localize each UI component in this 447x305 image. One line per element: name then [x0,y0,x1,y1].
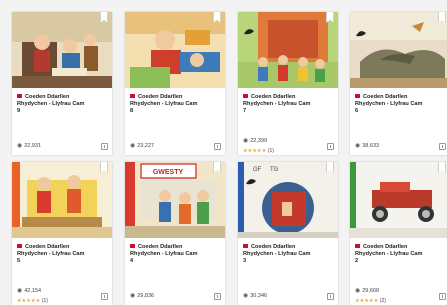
eye-icon: ◉ [130,293,136,299]
book-icon[interactable] [214,293,221,300]
cover-illustration [125,12,225,88]
eye-icon: ◉ [130,143,136,149]
view-count: ◉ 38,633 [355,143,380,149]
book-title[interactable]: Coeden Ddarllen Rhydychen - Llyfrau Cam … [355,94,447,116]
eye-icon: ◉ [243,293,249,299]
book-title[interactable]: Coeden Ddarllen Rhydychen - Llyfrau Cam … [243,244,335,266]
star-icon: ★★★★★ [355,298,379,304]
rating: ★★★★★ (1) [243,148,274,154]
cover-text: TG [270,167,279,173]
book-card[interactable]: GWESTY Coeden Ddarllen Rhydychen - Llyfr… [125,162,225,305]
flag-icon [355,94,360,98]
star-icon: ★★★★★ [243,148,267,154]
book-card[interactable]: Coeden Ddarllen Rhydychen - Llyfrau Cam … [350,162,447,305]
cover-illustration [350,12,447,88]
book-cover[interactable] [350,162,447,238]
view-count: ◉ 42,154 [17,288,42,294]
cover-text: GWESTY [153,169,184,176]
flag-icon [355,244,360,248]
flag-icon [17,94,22,98]
view-count: ◉ 22,399 [243,138,268,144]
eye-icon: ◉ [243,138,249,144]
cover-illustration [12,162,112,238]
cover-illustration [12,12,112,88]
cover-text: GF [253,167,262,173]
book-cover[interactable] [238,12,338,88]
book-title[interactable]: Coeden Ddarllen Rhydychen - Llyfrau Cam … [243,94,335,116]
book-card[interactable]: Coeden Ddarllen Rhydychen - Llyfrau Cam … [125,12,225,155]
book-title[interactable]: Coeden Ddarllen Rhydychen - Llyfrau Cam … [130,94,222,116]
flag-icon [130,94,135,98]
view-count: ◉ 23,227 [130,143,155,149]
book-card[interactable]: GF TG Coeden Ddarllen Rhydychen - Llyfra… [238,162,338,305]
flag-icon [130,244,135,248]
book-cover[interactable] [12,162,112,238]
book-icon[interactable] [101,293,108,300]
book-cover[interactable]: GWESTY [125,162,225,238]
star-icon: ★★★★★ [17,298,41,304]
book-icon[interactable] [439,293,446,300]
eye-icon: ◉ [17,288,23,294]
eye-icon: ◉ [17,143,23,149]
view-count: ◉ 29,668 [355,288,380,294]
book-icon[interactable] [214,143,221,150]
book-cover[interactable]: GF TG [238,162,338,238]
book-icon[interactable] [439,143,446,150]
view-count: ◉ 22,931 [17,143,42,149]
cover-illustration [238,12,338,88]
view-count: ◉ 29,836 [130,293,155,299]
book-title[interactable]: Coeden Ddarllen Rhydychen - Llyfrau Cam … [130,244,222,266]
flag-icon [243,244,248,248]
book-icon[interactable] [101,143,108,150]
book-card[interactable]: Coeden Ddarllen Rhydychen - Llyfrau Cam … [238,12,338,155]
book-cover[interactable] [350,12,447,88]
book-title[interactable]: Coeden Ddarllen Rhydychen - Llyfrau Cam … [17,244,109,266]
rating: ★★★★★ (1) [17,298,48,304]
cover-illustration: GF TG [238,162,338,238]
book-grid: Coeden Ddarllen Rhydychen - Llyfrau Cam … [0,0,447,305]
flag-icon [17,244,22,248]
book-card[interactable]: Coeden Ddarllen Rhydychen - Llyfrau Cam … [350,12,447,155]
eye-icon: ◉ [355,288,361,294]
book-card[interactable]: Coeden Ddarllen Rhydychen - Llyfrau Cam … [12,162,112,305]
eye-icon: ◉ [355,143,361,149]
book-title[interactable]: Coeden Ddarllen Rhydychen - Llyfrau Cam … [17,94,109,116]
cover-illustration [350,162,447,238]
view-count: ◉ 30,346 [243,293,268,299]
book-cover[interactable] [125,12,225,88]
cover-illustration: GWESTY [125,162,225,238]
book-icon[interactable] [327,293,334,300]
rating: ★★★★★ (2) [355,298,386,304]
book-card[interactable]: Coeden Ddarllen Rhydychen - Llyfrau Cam … [12,12,112,155]
book-icon[interactable] [327,143,334,150]
flag-icon [243,94,248,98]
book-title[interactable]: Coeden Ddarllen Rhydychen - Llyfrau Cam … [355,244,447,266]
book-cover[interactable] [12,12,112,88]
